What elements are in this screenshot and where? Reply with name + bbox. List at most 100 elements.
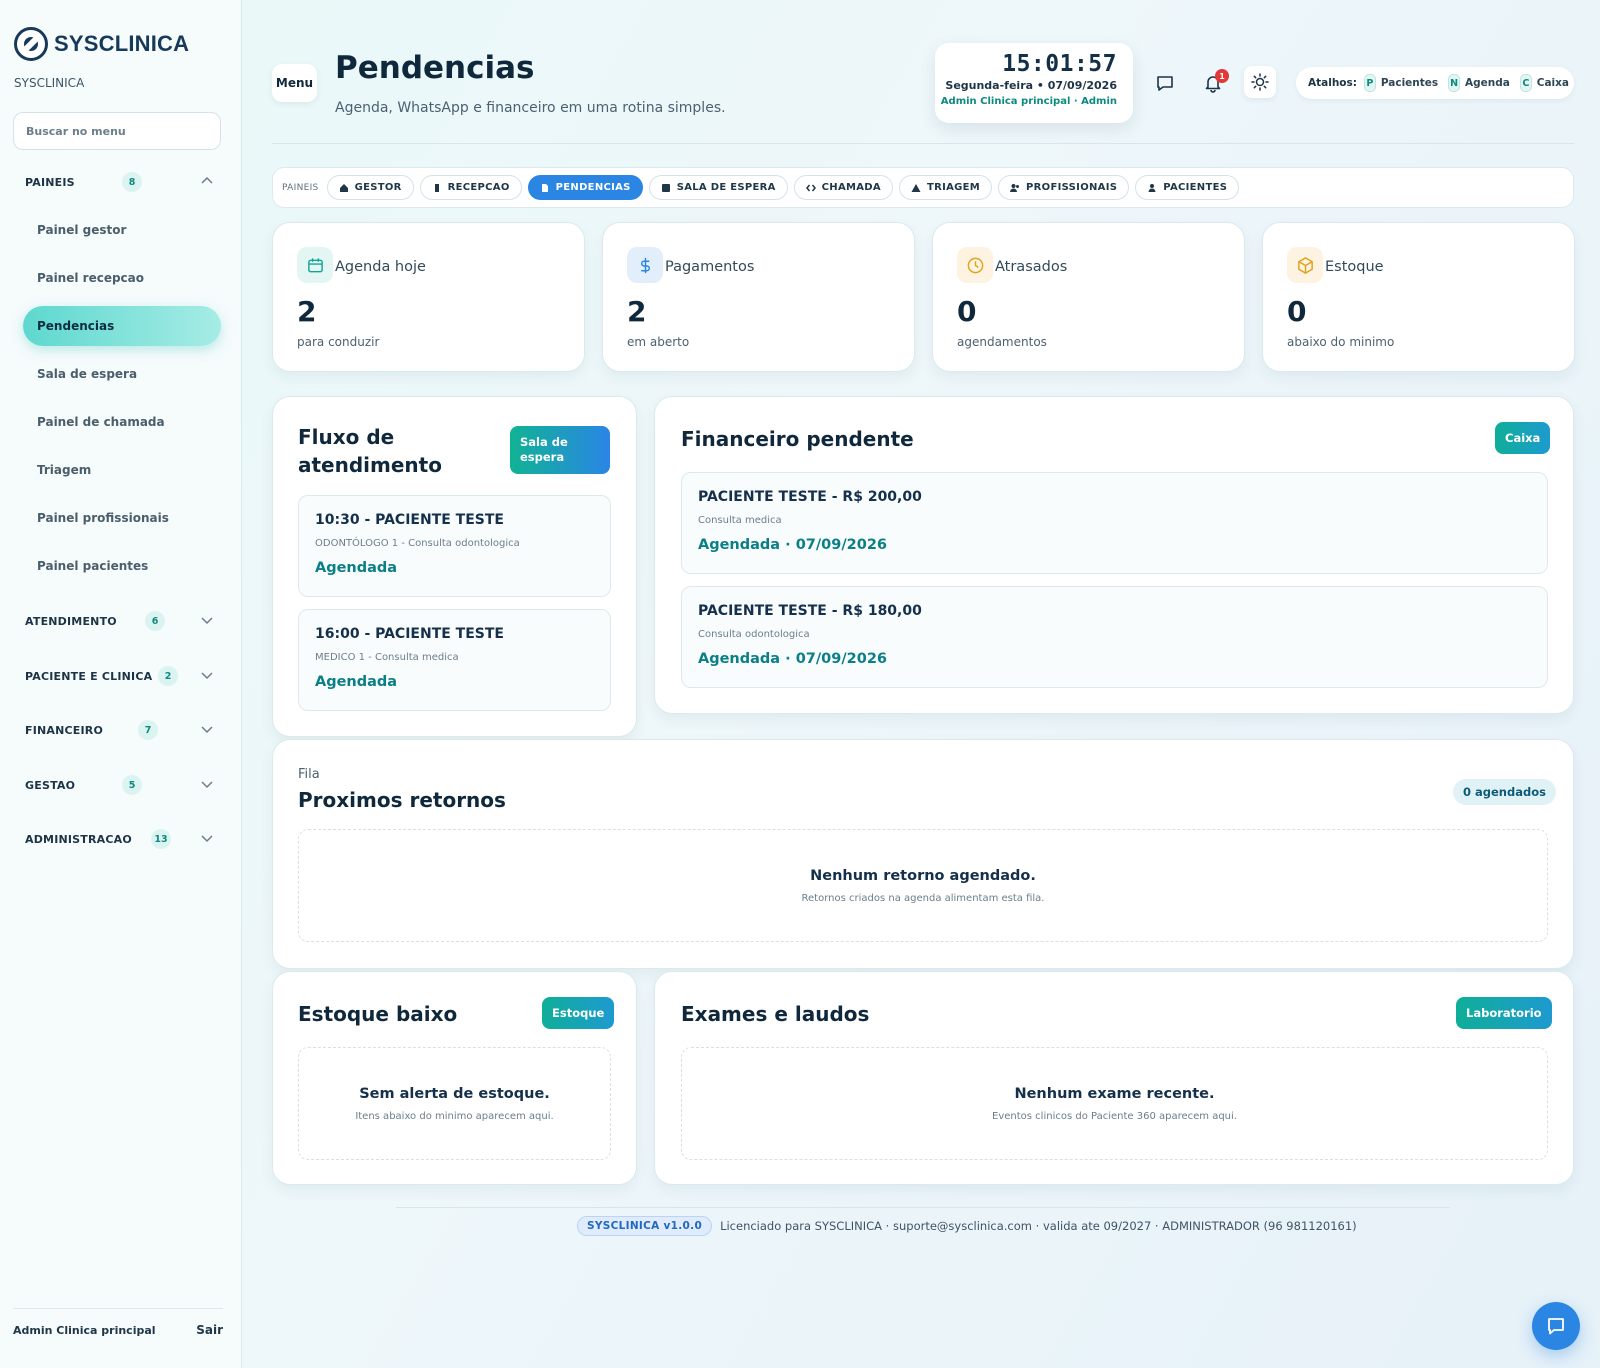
item-sub: ODONTÓLOGO 1 - Consulta odontologica xyxy=(315,538,520,549)
stat-value: 2 xyxy=(297,295,317,328)
menu-search-input[interactable] xyxy=(13,112,221,150)
group-count-badge: 8 xyxy=(122,172,142,192)
sidebar-item-triagem[interactable]: Triagem xyxy=(23,450,221,490)
shortcut-agenda[interactable]: Agenda xyxy=(1465,77,1510,89)
chat-icon xyxy=(1157,76,1173,91)
chat-icon xyxy=(1548,1318,1564,1335)
tab-recepcao[interactable]: RECEPCAO xyxy=(419,175,522,200)
tab-profissionais[interactable]: PROFISSIONAIS xyxy=(998,175,1130,200)
tab-gestor[interactable]: GESTOR xyxy=(326,175,414,200)
sidebar-group-atendimento[interactable]: ATENDIMENTO 6 xyxy=(25,609,220,633)
messages-button[interactable] xyxy=(1149,67,1181,99)
shortcuts-title: Atalhos: xyxy=(1308,77,1357,89)
sidebar-item-painel-profissionais[interactable]: Painel profissionais xyxy=(23,498,221,538)
group-label: PAINEIS xyxy=(25,175,75,189)
sidebar-item-sala-de-espera[interactable]: Sala de espera xyxy=(23,354,221,394)
theme-toggle-button[interactable] xyxy=(1244,66,1276,98)
list-item[interactable]: PACIENTE TESTE - R$ 180,00 Consulta odon… xyxy=(681,586,1548,688)
stock-button[interactable]: Estoque xyxy=(542,997,615,1029)
sidebar-group-paciente-e-clinica[interactable]: PACIENTE E CLINICA 2 xyxy=(25,664,220,688)
list-item[interactable]: PACIENTE TESTE - R$ 200,00 Consulta medi… xyxy=(681,472,1548,574)
group-count-badge: 5 xyxy=(122,775,142,795)
list-item[interactable]: 16:00 - PACIENTE TESTE MEDICO 1 - Consul… xyxy=(298,609,611,711)
sidebar-group-administracao[interactable]: ADMINISTRACAO 13 xyxy=(25,827,220,851)
clock-date: Segunda-feira • 07/09/2026 xyxy=(945,79,1117,92)
exams-panel: Exames e laudos Laboratorio Nenhum exame… xyxy=(654,971,1574,1185)
sidebar-item-pendencias[interactable]: Pendencias xyxy=(23,306,221,346)
page-subtitle: Agenda, WhatsApp e financeiro em uma rot… xyxy=(335,100,726,116)
file-icon xyxy=(541,183,548,192)
logo-icon xyxy=(14,27,48,61)
sidebar-group-financeiro[interactable]: FINANCEIRO 7 xyxy=(25,718,220,742)
chevron-down-icon xyxy=(201,781,213,789)
group-label: ADMINISTRACAO xyxy=(25,832,132,846)
sidebar: SYSCLINICA SYSCLINICA PAINEIS 8 Painel g… xyxy=(0,0,242,1368)
tab-chamada[interactable]: CHAMADA xyxy=(793,175,893,200)
clock-time: 15:01:57 xyxy=(1002,51,1117,77)
user-icon xyxy=(1148,183,1156,192)
brand-logo[interactable]: SYSCLINICA xyxy=(14,27,189,61)
clock-card: 15:01:57 Segunda-feira • 07/09/2026 Admi… xyxy=(935,43,1133,123)
tab-pacientes[interactable]: PACIENTES xyxy=(1135,175,1240,200)
panel-kicker: Fila xyxy=(298,767,320,782)
tab-label: PACIENTES xyxy=(1163,182,1228,193)
item-title: 16:00 - PACIENTE TESTE xyxy=(315,626,504,642)
logout-button[interactable]: Sair xyxy=(196,1323,223,1337)
brand-name: SYSCLINICA xyxy=(54,31,190,56)
flow-panel: Fluxo de atendimento Sala de espera 10:3… xyxy=(272,396,637,737)
sidebar-item-painel-de-chamada[interactable]: Painel de chamada xyxy=(23,402,221,442)
license-text: Licenciado para SYSCLINICA · suporte@sys… xyxy=(720,1219,1357,1233)
footer: SYSCLINICA v1.0.0 Licenciado para SYSCLI… xyxy=(577,1216,1357,1236)
shortcut-caixa[interactable]: Caixa xyxy=(1537,77,1569,89)
chat-fab-button[interactable] xyxy=(1532,1302,1580,1350)
stat-label: Estoque xyxy=(1325,259,1384,275)
tab-sala-de-espera[interactable]: SALA DE ESPERA xyxy=(648,175,788,200)
chevron-down-icon xyxy=(201,726,213,734)
tabs-label: PAINEIS xyxy=(282,182,319,193)
tab-label: GESTOR xyxy=(354,182,402,193)
tab-pendencias[interactable]: PENDENCIAS xyxy=(527,175,643,200)
notifications-button[interactable]: 1 xyxy=(1197,67,1229,99)
home-icon xyxy=(339,183,348,192)
finance-panel: Financeiro pendente Caixa PACIENTE TESTE… xyxy=(654,396,1574,714)
stat-card-agenda-hoje[interactable]: Agenda hoje 2 para conduzir xyxy=(272,222,585,372)
stat-sub: para conduzir xyxy=(297,335,380,349)
stat-card-pagamentos[interactable]: Pagamentos 2 em aberto xyxy=(602,222,915,372)
header-divider xyxy=(272,143,1574,144)
shortcuts-bar: Atalhos: P Pacientes N Agenda C Caixa xyxy=(1296,67,1574,99)
sidebar-group-paineis[interactable]: PAINEIS 8 xyxy=(25,170,220,194)
menu-button[interactable]: Menu xyxy=(272,64,317,102)
item-sub: MEDICO 1 - Consulta medica xyxy=(315,652,459,663)
stat-card-estoque[interactable]: Estoque 0 abaixo do minimo xyxy=(1262,222,1575,372)
group-count-badge: 7 xyxy=(138,720,158,740)
shortcut-key: P xyxy=(1363,74,1376,92)
empty-sub: Eventos clinicos do Paciente 360 aparece… xyxy=(992,1111,1237,1122)
dollar-icon xyxy=(627,247,663,283)
tab-triagem[interactable]: TRIAGEM xyxy=(898,175,993,200)
sidebar-item-painel-recepcao[interactable]: Painel recepcao xyxy=(23,258,221,298)
stat-value: 0 xyxy=(957,295,977,328)
sidebar-item-painel-pacientes[interactable]: Painel pacientes xyxy=(23,546,221,586)
panel-title: Exames e laudos xyxy=(681,1002,870,1026)
panel-tabs: PAINEIS GESTOR RECEPCAO PENDENCIAS SALA … xyxy=(272,167,1574,208)
waiting-room-button[interactable]: Sala de espera xyxy=(510,426,610,474)
shortcut-pacientes[interactable]: Pacientes xyxy=(1381,77,1438,89)
item-sub: Consulta medica xyxy=(698,515,782,526)
laboratory-button[interactable]: Laboratorio xyxy=(1456,997,1552,1029)
empty-state: Nenhum retorno agendado. Retornos criado… xyxy=(298,829,1548,942)
group-label: PACIENTE E CLINICA xyxy=(25,669,153,683)
sidebar-group-gestao[interactable]: GESTAO 5 xyxy=(25,773,220,797)
sidebar-item-painel-gestor[interactable]: Painel gestor xyxy=(23,210,221,250)
empty-title: Nenhum exame recente. xyxy=(1014,1086,1215,1102)
stat-card-atrasados[interactable]: Atrasados 0 agendamentos xyxy=(932,222,1245,372)
panel-title: Estoque baixo xyxy=(298,1002,458,1026)
empty-title: Nenhum retorno agendado. xyxy=(810,868,1036,884)
list-item[interactable]: 10:30 - PACIENTE TESTE ODONTÓLOGO 1 - Co… xyxy=(298,495,611,597)
clock-user: Admin Clinica principal · Admin xyxy=(940,96,1117,107)
users-icon xyxy=(1010,183,1020,192)
square-icon xyxy=(661,183,670,192)
cashier-button[interactable]: Caixa xyxy=(1495,422,1551,454)
current-user: Admin Clinica principal xyxy=(13,1323,156,1337)
calendar-icon xyxy=(297,247,333,283)
panel-title: Proximos retornos xyxy=(298,788,506,812)
